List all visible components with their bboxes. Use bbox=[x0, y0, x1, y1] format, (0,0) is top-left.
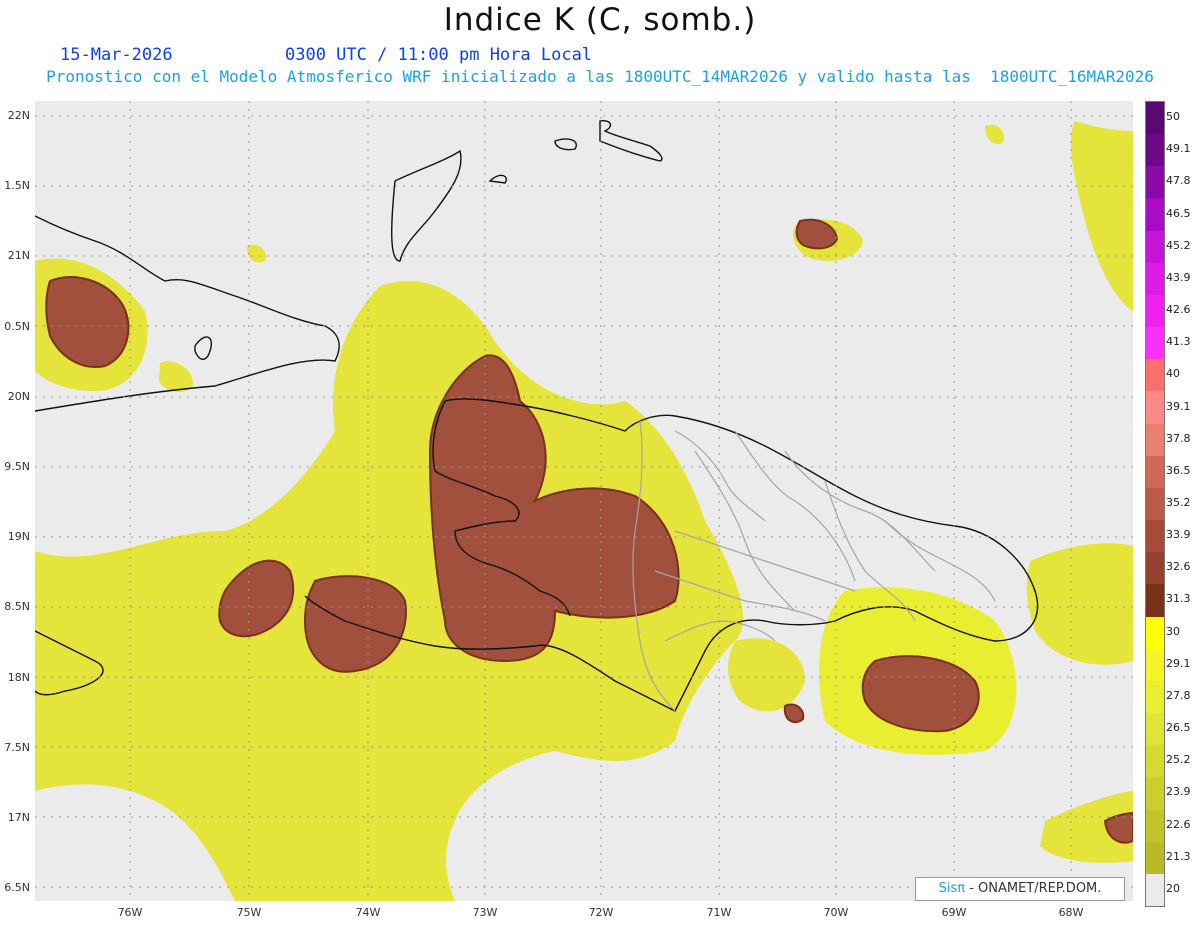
lat-label: 18N bbox=[7, 671, 30, 684]
colorbar bbox=[1145, 101, 1165, 907]
lat-label: 22N bbox=[7, 109, 30, 122]
colorbar-swatch bbox=[1146, 745, 1164, 778]
colorbar-label: 46.5 bbox=[1166, 206, 1191, 220]
colorbar-label: 49.1 bbox=[1166, 142, 1191, 156]
lat-label: 7.5N bbox=[4, 741, 30, 754]
colorbar-swatch bbox=[1146, 230, 1164, 264]
colorbar-swatch bbox=[1146, 262, 1164, 296]
colorbar-label: 25.2 bbox=[1166, 753, 1191, 767]
colorbar-label: 32.6 bbox=[1166, 560, 1191, 574]
colorbar-label: 35.2 bbox=[1166, 496, 1191, 509]
lat-label: 21N bbox=[7, 249, 30, 262]
colorbar-swatch bbox=[1146, 616, 1164, 650]
colorbar-label: 33.9 bbox=[1166, 528, 1191, 542]
colorbar-label: 26.5 bbox=[1166, 721, 1191, 735]
lon-label: 70W bbox=[823, 906, 849, 919]
colorbar-label: 36.5 bbox=[1166, 463, 1191, 477]
colorbar-swatch bbox=[1146, 327, 1164, 360]
colorbar-label: 31.3 bbox=[1166, 592, 1191, 606]
lat-label: 0.5N bbox=[4, 320, 30, 333]
colorbar-label: 29.1 bbox=[1166, 656, 1191, 670]
lon-label: 75W bbox=[236, 906, 262, 919]
lat-label: 19N bbox=[7, 530, 30, 543]
colorbar-swatch bbox=[1146, 455, 1164, 489]
colorbar-swatch bbox=[1146, 713, 1164, 746]
colorbar-swatch bbox=[1146, 423, 1164, 457]
lon-label: 73W bbox=[472, 906, 498, 919]
colorbar-label: 27.8 bbox=[1166, 688, 1191, 702]
colorbar-swatch bbox=[1146, 198, 1164, 232]
colorbar-swatch bbox=[1146, 680, 1164, 714]
lat-label: 20N bbox=[7, 390, 30, 403]
colorbar-label: 47.8 bbox=[1166, 174, 1191, 188]
credit-text: - ONAMET/REP.DOM. bbox=[969, 881, 1102, 896]
colorbar-swatch bbox=[1146, 487, 1164, 521]
lon-label: 74W bbox=[355, 906, 381, 919]
colorbar-swatch bbox=[1146, 359, 1164, 392]
lon-label: 76W bbox=[117, 906, 143, 919]
map-panel bbox=[35, 101, 1133, 901]
colorbar-swatch bbox=[1146, 134, 1164, 167]
lat-label: 8.5N bbox=[4, 600, 30, 613]
colorbar-swatch bbox=[1146, 648, 1164, 682]
colorbar-swatch bbox=[1146, 841, 1164, 875]
colorbar-swatch bbox=[1146, 391, 1164, 425]
colorbar-swatch bbox=[1146, 584, 1164, 618]
map-canvas bbox=[35, 101, 1133, 901]
colorbar-label: 22.6 bbox=[1166, 817, 1191, 831]
lon-label: 72W bbox=[588, 906, 614, 919]
colorbar-label: 21.3 bbox=[1166, 849, 1191, 863]
lat-label: 6.5N bbox=[4, 881, 30, 894]
lon-label: 71W bbox=[706, 906, 732, 919]
lat-label: 9.5N bbox=[4, 460, 30, 473]
credit-box: Sisπ - ONAMET/REP.DOM. bbox=[915, 877, 1125, 901]
colorbar-swatch bbox=[1146, 294, 1164, 328]
colorbar-label: 39.1 bbox=[1166, 399, 1191, 413]
lat-label: 1.5N bbox=[4, 179, 30, 192]
colorbar-label: 45.2 bbox=[1166, 238, 1191, 252]
valid-date: 15-Mar-2026 bbox=[60, 45, 173, 65]
colorbar-label: 30 bbox=[1166, 624, 1180, 638]
lat-label: 17N bbox=[7, 811, 30, 824]
colorbar-label: 40 bbox=[1166, 367, 1180, 381]
colorbar-swatch bbox=[1146, 520, 1164, 553]
lon-label: 68W bbox=[1058, 906, 1084, 919]
forecast-info: Pronostico con el Modelo Atmosferico WRF… bbox=[46, 67, 1154, 86]
lon-label: 69W bbox=[941, 906, 967, 919]
colorbar-swatch bbox=[1146, 166, 1164, 199]
colorbar-swatch bbox=[1146, 809, 1164, 843]
colorbar-swatch bbox=[1146, 873, 1164, 907]
colorbar-label: 23.9 bbox=[1166, 785, 1191, 799]
colorbar-label: 41.3 bbox=[1166, 335, 1191, 349]
colorbar-label: 37.8 bbox=[1166, 431, 1191, 445]
credit-logo: Sisπ bbox=[938, 881, 966, 896]
colorbar-label: 50 bbox=[1166, 110, 1180, 124]
colorbar-label: 43.9 bbox=[1166, 270, 1191, 284]
map-title: Indice K (C, somb.) bbox=[443, 2, 757, 38]
valid-time: 0300 UTC / 11:00 pm Hora Local bbox=[285, 45, 593, 65]
colorbar-label: 20 bbox=[1166, 881, 1180, 895]
colorbar-swatch bbox=[1146, 102, 1164, 135]
colorbar-swatch bbox=[1146, 552, 1164, 585]
colorbar-label: 42.6 bbox=[1166, 303, 1191, 317]
colorbar-swatch bbox=[1146, 777, 1164, 811]
